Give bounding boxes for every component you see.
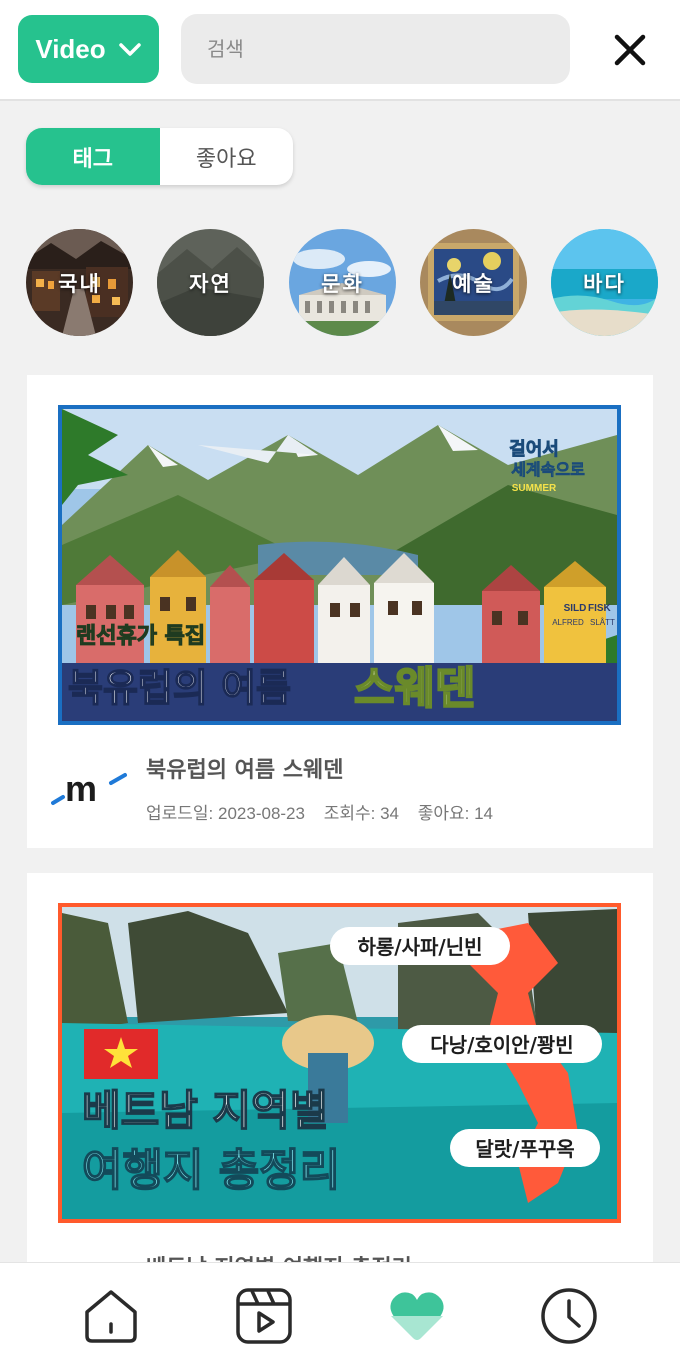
- category-sea[interactable]: 바다: [551, 229, 658, 336]
- clock-icon: [541, 1288, 597, 1344]
- category-domestic-label: 국내: [58, 271, 101, 296]
- nav-home[interactable]: [80, 1285, 142, 1347]
- upload-date: 업로드일: 2023-08-23: [146, 804, 305, 823]
- home-icon: [85, 1290, 137, 1343]
- category-domestic[interactable]: 국내: [26, 229, 133, 336]
- category-art[interactable]: 예술: [420, 229, 527, 336]
- view-count: 조회수: 34: [323, 804, 399, 823]
- thumbnail-tag: 하롱/사파/닌빈: [357, 935, 482, 959]
- sign-text: ALFRED: [552, 618, 584, 627]
- sign-text: FISK: [588, 603, 612, 614]
- heart-icon: [390, 1292, 444, 1340]
- chevron-down-icon: [118, 34, 142, 65]
- bottom-navigation: [0, 1262, 680, 1369]
- category-nature[interactable]: 자연: [157, 229, 264, 336]
- thumbnail-caption-main: 북유럽의 여름: [68, 666, 291, 710]
- nav-history[interactable]: [538, 1285, 600, 1347]
- badge-text: 세계속으로: [511, 460, 585, 479]
- search-input[interactable]: [181, 14, 570, 84]
- video-mode-label: Video: [35, 33, 106, 64]
- segmented-control: 태그 좋아요: [26, 128, 293, 185]
- top-bar: Video: [0, 0, 680, 101]
- thumbnail-caption-line1: 베트남 지역별: [82, 1086, 328, 1135]
- video-thumbnail[interactable]: 하롱/사파/닌빈 다낭/호이안/꽝빈 달랏/푸꾸옥 베트남 지역별 여행지 총정…: [58, 903, 621, 1223]
- video-icon: [236, 1288, 292, 1344]
- video-card[interactable]: SILD FISK ALFRED SLÅTT 걸어서 세계속으로 SUMMER …: [27, 375, 653, 848]
- video-title[interactable]: 북유럽의 여름 스웨덴: [146, 752, 343, 784]
- close-icon[interactable]: [604, 24, 656, 76]
- sign-text: SLÅTT: [590, 618, 615, 627]
- thumbnail-tag: 달랏/푸꾸옥: [475, 1137, 574, 1161]
- thumbnail-caption-highlight: 스웨덴: [354, 663, 475, 714]
- category-nature-label: 자연: [189, 271, 232, 296]
- tab-likes[interactable]: 좋아요: [160, 128, 294, 185]
- category-art-label: 예술: [452, 271, 495, 296]
- sign-text: SILD: [564, 603, 587, 614]
- category-sea-label: 바다: [583, 271, 626, 296]
- nav-video[interactable]: [233, 1285, 295, 1347]
- category-culture-label: 문화: [321, 271, 364, 296]
- badge-text: SUMMER: [512, 483, 557, 494]
- video-mode-dropdown[interactable]: Video: [18, 15, 159, 83]
- channel-logo: m: [51, 763, 131, 811]
- svg-text:m: m: [65, 768, 97, 809]
- tab-tags[interactable]: 태그: [26, 128, 160, 185]
- category-culture[interactable]: 문화: [289, 229, 396, 336]
- thumbnail-caption-top: 랜선휴가 특집: [76, 624, 205, 649]
- badge-text: 걸어서: [509, 438, 559, 460]
- like-count: 좋아요: 14: [417, 804, 493, 823]
- nav-likes[interactable]: [386, 1285, 448, 1347]
- video-thumbnail[interactable]: SILD FISK ALFRED SLÅTT 걸어서 세계속으로 SUMMER …: [58, 405, 621, 725]
- thumbnail-tag: 다낭/호이안/꽝빈: [430, 1033, 573, 1057]
- thumbnail-caption-line2: 여행지 총정리: [82, 1145, 340, 1196]
- video-card[interactable]: 하롱/사파/닌빈 다낭/호이안/꽝빈 달랏/푸꾸옥 베트남 지역별 여행지 총정…: [27, 873, 653, 1281]
- video-meta: 업로드일: 2023-08-23 조회수: 34 좋아요: 14: [146, 799, 507, 824]
